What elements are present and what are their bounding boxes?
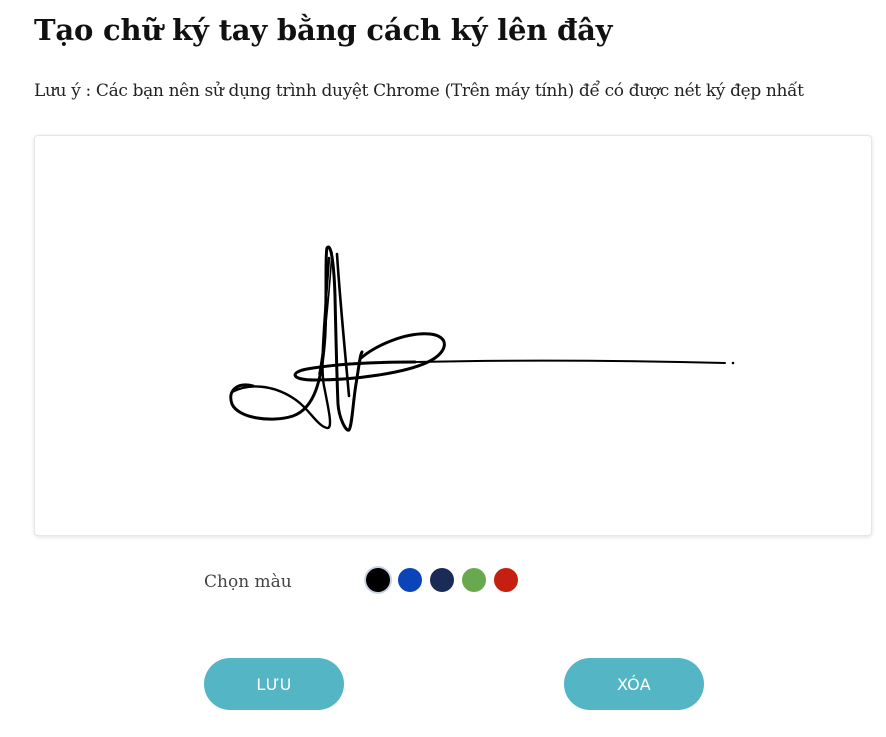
color-swatches	[366, 568, 526, 592]
color-swatch-navy[interactable]	[430, 568, 454, 592]
signature-strokes	[229, 245, 735, 432]
color-picker-label: Chọn màu	[204, 572, 292, 592]
signature-canvas[interactable]	[34, 135, 872, 536]
clear-button[interactable]: XÓA	[564, 658, 704, 710]
browser-note: Lưu ý : Các bạn nên sử dụng trình duyệt …	[34, 81, 804, 101]
color-swatch-blue[interactable]	[398, 568, 422, 592]
signature-drawing	[229, 245, 735, 432]
page-title: Tạo chữ ký tay bằng cách ký lên đây	[34, 13, 613, 47]
color-swatch-black[interactable]	[366, 568, 390, 592]
color-swatch-red[interactable]	[494, 568, 518, 592]
save-button[interactable]: LƯU	[204, 658, 344, 710]
color-swatch-green[interactable]	[462, 568, 486, 592]
